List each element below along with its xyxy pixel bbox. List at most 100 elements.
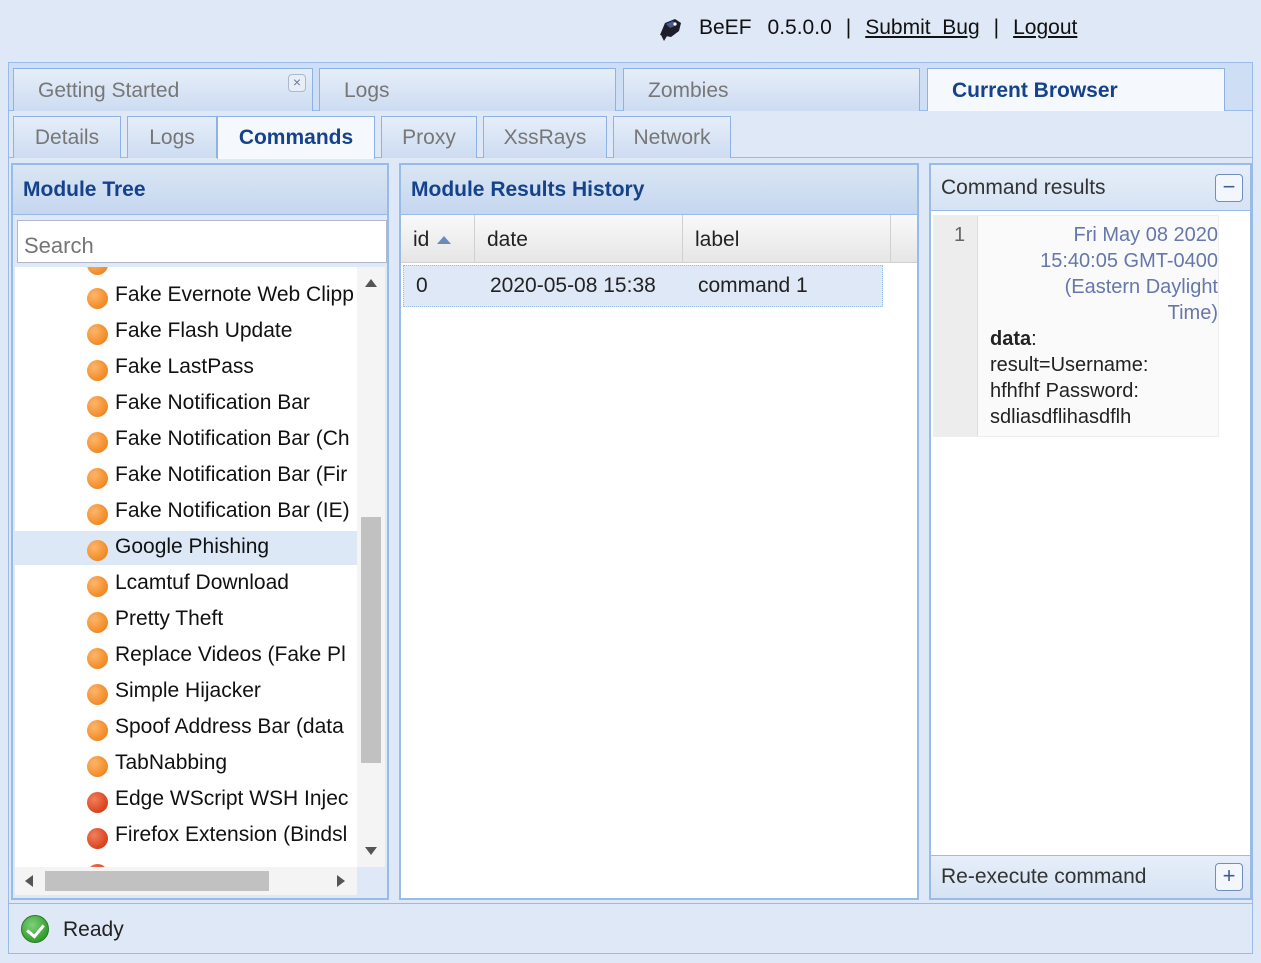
- scroll-left-icon[interactable]: [25, 875, 33, 887]
- tree-item[interactable]: Lcamtuf Download: [15, 567, 357, 601]
- tree-item[interactable]: Edge WScript WSH Injec: [15, 783, 357, 817]
- tree-item[interactable]: Fake Notification Bar (Ch: [15, 423, 357, 457]
- tree-item[interactable]: Fake Notification Bar (Fir: [15, 459, 357, 493]
- horizontal-scrollbar[interactable]: [15, 867, 357, 895]
- main-window: Getting Started × Logs Zombies Current B…: [8, 62, 1253, 954]
- reexecute-label: Re-execute command: [941, 865, 1147, 888]
- command-results-panel: Command results − 1 Fri May 08 2020 15:4…: [929, 163, 1252, 900]
- tree-item-label: Fake Flash Update: [115, 319, 293, 342]
- module-status-icon: [87, 468, 108, 489]
- table-row[interactable]: 0 2020-05-08 15:38 command 1: [403, 265, 883, 307]
- module-status-icon: [87, 828, 108, 849]
- tree-item-label: Lcamtuf Download: [115, 571, 289, 594]
- tree-item-label: Fake Notification Bar (IE): [115, 499, 350, 522]
- module-status-icon: [87, 756, 108, 777]
- module-status-icon: [87, 720, 108, 741]
- tab-label: Zombies: [648, 79, 729, 102]
- close-icon[interactable]: ×: [288, 74, 306, 92]
- column-label: date: [487, 228, 528, 251]
- subtab-logs[interactable]: Logs: [127, 116, 217, 158]
- module-status-icon: [87, 267, 108, 275]
- reexecute-command-bar[interactable]: Re-execute command: [931, 855, 1250, 898]
- subtab-details[interactable]: Details: [13, 116, 121, 158]
- tree-item-label: Spoof Address Bar (data: [115, 715, 344, 738]
- tree-item-selected[interactable]: Google Phishing: [15, 531, 357, 565]
- scroll-thumb[interactable]: [45, 871, 269, 891]
- date-line: (Eastern Daylight: [1064, 276, 1218, 298]
- scroll-down-icon[interactable]: [365, 847, 377, 855]
- module-status-icon: [87, 432, 108, 453]
- subtab-network[interactable]: Network: [613, 116, 731, 158]
- tab-getting-started[interactable]: Getting Started ×: [13, 68, 313, 111]
- tree-item[interactable]: Pretty Theft: [15, 603, 357, 637]
- result-date: Fri May 08 2020 15:40:05 GMT-0400 (Easte…: [986, 222, 1218, 326]
- vertical-scrollbar[interactable]: [357, 267, 385, 867]
- tree-item[interactable]: Fake Notification Bar (IE): [15, 495, 357, 529]
- tree-item-partial[interactable]: [15, 855, 357, 867]
- module-status-icon: [87, 576, 108, 597]
- column-header-id[interactable]: id: [401, 215, 475, 263]
- column-label: label: [695, 228, 740, 251]
- module-status-icon: [87, 612, 108, 633]
- tree-item[interactable]: Replace Videos (Fake Pl: [15, 639, 357, 673]
- search-input[interactable]: [17, 220, 387, 263]
- scroll-right-icon[interactable]: [337, 875, 345, 887]
- tab-current-browser[interactable]: Current Browser: [927, 68, 1225, 112]
- data-line: result=Username:: [990, 354, 1149, 376]
- column-header-label[interactable]: label: [683, 215, 891, 263]
- results-history-panel: Module Results History id date label 0 2…: [399, 163, 919, 900]
- tree-item[interactable]: Spoof Address Bar (data: [15, 711, 357, 745]
- tab-zombies[interactable]: Zombies: [623, 68, 920, 111]
- subtab-label: XssRays: [503, 126, 587, 149]
- panel-title: Module Results History: [401, 165, 917, 215]
- tree-item[interactable]: Fake Flash Update: [15, 315, 357, 349]
- scroll-up-icon[interactable]: [365, 279, 377, 287]
- submit-bug-link[interactable]: Submit Bug: [865, 16, 979, 40]
- status-bar: Ready: [9, 903, 1252, 953]
- subtab-commands[interactable]: Commands: [217, 116, 375, 159]
- plus-icon[interactable]: +: [1215, 863, 1243, 891]
- tab-label: Current Browser: [952, 79, 1118, 102]
- app-version: 0.5.0.0: [767, 16, 832, 39]
- tree-item[interactable]: Firefox Extension (Bindsl: [15, 819, 357, 853]
- subtab-label: Proxy: [402, 126, 456, 149]
- result-entry: 1 Fri May 08 2020 15:40:05 GMT-0400 (Eas…: [933, 215, 1219, 437]
- separator: |: [993, 16, 1000, 39]
- cell-id: 0: [416, 274, 428, 297]
- panel-title: Module Tree: [13, 165, 387, 215]
- app-name: BeEF: [699, 16, 752, 39]
- module-status-icon: [87, 540, 108, 561]
- module-status-icon: [87, 360, 108, 381]
- tree-item[interactable]: Fake Evernote Web Clipp: [15, 279, 357, 313]
- module-status-icon: [87, 396, 108, 417]
- minus-icon[interactable]: −: [1215, 174, 1243, 202]
- top-bar: BeEF 0.5.0.0 | Submit Bug | Logout: [0, 0, 1261, 60]
- logout-link[interactable]: Logout: [1013, 16, 1077, 40]
- data-line: sdliasdflihasdflh: [990, 406, 1132, 428]
- column-header-date[interactable]: date: [475, 215, 683, 263]
- module-tree-panel: Module Tree Fake Evernote Web Clipp Fake…: [11, 163, 389, 900]
- tree-item[interactable]: TabNabbing: [15, 747, 357, 781]
- tree-item-label: Pretty Theft: [115, 607, 224, 630]
- tree-item-label: Edge WScript WSH Injec: [115, 787, 349, 810]
- tree-item-label: Google Phishing: [115, 535, 270, 558]
- subtab-proxy[interactable]: Proxy: [381, 116, 477, 158]
- column-label: id: [413, 228, 430, 251]
- separator: |: [845, 16, 852, 39]
- tree-item[interactable]: Simple Hijacker: [15, 675, 357, 709]
- tree-item[interactable]: Fake Notification Bar: [15, 387, 357, 421]
- tree-item-label: Simple Hijacker: [115, 679, 261, 702]
- scroll-thumb[interactable]: [361, 517, 381, 763]
- tree-item-label: Firefox Extension (Bindsl: [115, 823, 348, 846]
- tree-item-label: Fake LastPass: [115, 355, 254, 378]
- grid-header: id date label: [401, 215, 917, 263]
- tab-logs[interactable]: Logs: [319, 68, 616, 111]
- tree-item-partial[interactable]: [15, 267, 357, 279]
- subtab-xssrays[interactable]: XssRays: [483, 116, 607, 158]
- module-status-icon: [87, 648, 108, 669]
- result-data: data: result=Username: hfhfhf Password: …: [990, 326, 1210, 430]
- module-status-icon: [87, 324, 108, 345]
- date-line: Fri May 08 2020: [1073, 224, 1218, 246]
- tree-item[interactable]: Fake LastPass: [15, 351, 357, 385]
- module-status-icon: [87, 792, 108, 813]
